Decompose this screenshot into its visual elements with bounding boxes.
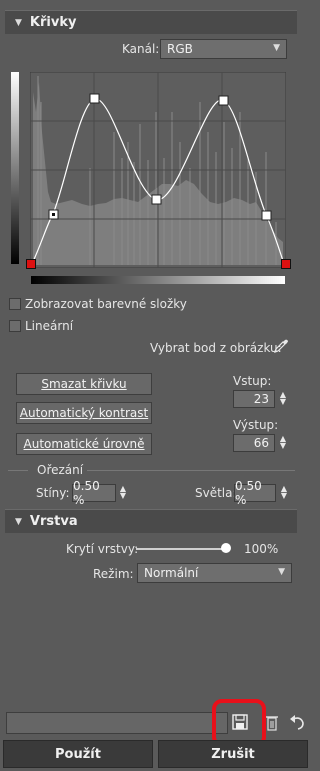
channel-select-value: RGB <box>167 42 193 56</box>
highlights-label: Světla: <box>195 486 237 500</box>
input-spinner-icon[interactable]: ▲ ▼ <box>279 391 287 406</box>
channel-select[interactable]: RGB ▼ <box>160 39 287 59</box>
selected-point-dot <box>52 213 55 216</box>
chevron-down-icon: ▼ <box>273 43 280 53</box>
input-field-value: 23 <box>253 392 269 406</box>
clipping-divider-right <box>87 470 295 471</box>
delete-curve-button[interactable]: Smazat křivku <box>16 373 152 395</box>
eyedropper-icon[interactable] <box>273 338 289 354</box>
input-label: Vstup: <box>233 374 272 388</box>
black-point-handle[interactable] <box>26 259 36 269</box>
layer-section-header[interactable]: ▼ Vrstva <box>5 509 297 533</box>
auto-levels-button[interactable]: Automatické úrovně <box>16 433 152 455</box>
cancel-button[interactable]: Zrušit <box>158 740 308 768</box>
output-gradient-bar <box>11 72 19 264</box>
mode-label: Režim: <box>93 567 134 581</box>
clipping-divider-left <box>8 470 28 471</box>
linear-checkbox[interactable] <box>9 320 21 332</box>
white-point-handle[interactable] <box>281 259 291 269</box>
input-field[interactable]: 23 <box>233 390 275 408</box>
show-color-components-checkbox[interactable] <box>9 298 21 310</box>
cancel-button-label: Zrušit <box>211 746 255 762</box>
show-color-components-label: Zobrazovat barevné složky <box>25 297 187 311</box>
apply-button[interactable]: Použít <box>3 740 153 768</box>
curve-graph[interactable] <box>30 72 286 268</box>
blend-mode-select[interactable]: Normální ▼ <box>137 563 292 583</box>
curve-point[interactable] <box>218 95 229 106</box>
highlights-spinner-icon[interactable]: ▲ ▼ <box>280 485 288 500</box>
shadows-field-value: 0.50 % <box>73 479 100 507</box>
auto-levels-button-label: Automatické úrovně <box>23 437 145 451</box>
curve-point[interactable] <box>89 93 100 104</box>
preset-select[interactable] <box>6 712 228 734</box>
auto-contrast-button-label: Automatický kontrast <box>19 406 149 420</box>
blend-mode-value: Normální <box>144 566 199 580</box>
undo-icon[interactable] <box>288 713 306 731</box>
output-label: Výstup: <box>233 418 279 432</box>
delete-preset-icon[interactable] <box>266 714 278 732</box>
chevron-down-icon: ▼ <box>278 567 285 577</box>
apply-button-label: Použít <box>55 746 101 762</box>
clipping-title: Ořezání <box>37 463 84 477</box>
pick-point-label: Vybrat bod z obrázku: <box>150 341 282 355</box>
curves-section-title: Křivky <box>29 15 77 30</box>
opacity-slider-handle[interactable] <box>221 543 231 553</box>
input-gradient-bar <box>31 276 285 284</box>
channel-label: Kanál: <box>122 42 160 56</box>
shadows-spinner-icon[interactable]: ▲ ▼ <box>119 485 127 500</box>
opacity-slider-track[interactable] <box>136 548 226 550</box>
shadows-label: Stíny: <box>36 486 70 500</box>
linear-label: Lineární <box>25 319 74 333</box>
curve-point[interactable] <box>151 194 162 205</box>
output-field[interactable]: 66 <box>233 434 275 452</box>
collapse-triangle-icon: ▼ <box>15 516 22 527</box>
shadows-field[interactable]: 0.50 % <box>72 479 116 507</box>
collapse-triangle-icon: ▼ <box>15 17 22 28</box>
highlights-field-value: 0.50 % <box>235 479 262 507</box>
auto-contrast-button[interactable]: Automatický kontrast <box>16 402 152 424</box>
curves-section-header[interactable]: ▼ Křivky <box>5 10 297 34</box>
opacity-value: 100% <box>244 542 279 556</box>
highlights-field[interactable]: 0.50 % <box>234 479 276 507</box>
output-spinner-icon[interactable]: ▲ ▼ <box>279 435 287 450</box>
layer-section-title: Vrstva <box>29 514 78 529</box>
delete-curve-button-label: Smazat křivku <box>41 377 127 391</box>
curve-point[interactable] <box>261 210 272 221</box>
output-field-value: 66 <box>253 436 269 450</box>
opacity-label: Krytí vrstvy: <box>66 542 139 556</box>
